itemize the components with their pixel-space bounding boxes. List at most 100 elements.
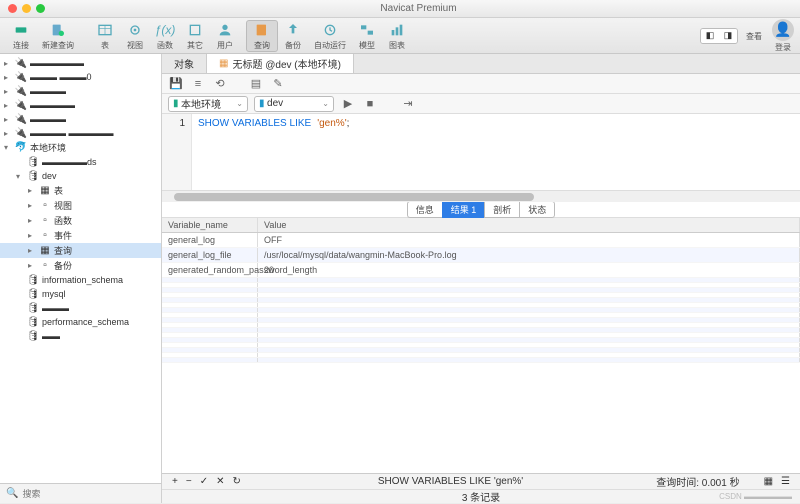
table-row[interactable]: general_logOFF [162, 233, 800, 248]
sidebar-item-3[interactable]: ▸🔌▬▬▬▬▬ [0, 98, 161, 112]
tb-chart[interactable]: 图表 [382, 21, 412, 51]
search-input[interactable] [22, 489, 155, 499]
tb-user[interactable]: 用户 [210, 21, 240, 51]
export-icon[interactable]: ⇥ [400, 96, 416, 112]
sidebar-item-9[interactable]: ▸▦表 [0, 183, 161, 198]
explain-icon[interactable]: ✎ [270, 76, 286, 92]
tb-auto[interactable]: 自动运行 [308, 21, 352, 51]
view-left-icon[interactable]: ◧ [701, 29, 719, 43]
sidebar-item-5[interactable]: ▸🔌▬▬▬▬ ▬▬▬▬▬ [0, 126, 161, 140]
result-tab-3[interactable]: 状态 [519, 201, 555, 218]
sidebar-item-2[interactable]: ▸🔌▬▬▬▬ [0, 84, 161, 98]
grid-view-icon[interactable]: ▦ [760, 476, 777, 487]
cell-value [258, 323, 800, 327]
sidebar-item-11[interactable]: ▸▫函数 [0, 213, 161, 228]
col-variable-name[interactable]: Variable_name [162, 218, 258, 232]
cell-name [162, 318, 258, 322]
tb-other[interactable]: 其它 [180, 21, 210, 51]
sidebar-item-4[interactable]: ▸🔌▬▬▬▬ [0, 112, 161, 126]
stop-icon[interactable]: ■ [362, 96, 378, 112]
close-icon[interactable] [8, 4, 17, 13]
cell-name [162, 283, 258, 287]
content-tabs: 对象 ▦无标题 @dev (本地环境) [162, 54, 800, 74]
sidebar-item-6[interactable]: ▾🐬本地环境 [0, 140, 161, 155]
sidebar-item-label: ▬▬ [42, 331, 60, 341]
editor-scrollbar[interactable] [162, 190, 800, 202]
tb-backup[interactable]: 备份 [278, 21, 308, 51]
table-row[interactable]: general_log_file/usr/local/mysql/data/wa… [162, 248, 800, 263]
table-row[interactable]: generated_random_password_length20 [162, 263, 800, 278]
result-tab-1[interactable]: 结果 1 [442, 201, 485, 218]
sidebar-item-13[interactable]: ▸▦查询 [0, 243, 161, 258]
sidebar-item-1[interactable]: ▸🔌▬▬▬ ▬▬▬0 [0, 70, 161, 84]
tb-function[interactable]: ƒ(x)函数 [150, 21, 180, 51]
tb-connect[interactable]: 连接 [6, 21, 36, 51]
status-bar: + − ✓ ✕ ↻ SHOW VARIABLES LIKE 'gen%' 查询时… [162, 473, 800, 489]
cell-name [162, 288, 258, 292]
result-tab-0[interactable]: 信息 [407, 201, 442, 218]
cell-value [258, 308, 800, 312]
sidebar-item-17[interactable]: 🛢▬▬▬ [0, 301, 161, 315]
sidebar-item-18[interactable]: 🛢performance_schema [0, 315, 161, 329]
sidebar-item-10[interactable]: ▸▫视图 [0, 198, 161, 213]
sidebar-item-label: 备份 [54, 259, 72, 272]
cell-name [162, 293, 258, 297]
result-tab-2[interactable]: 剖析 [484, 201, 519, 218]
db-combo[interactable]: ▮ dev⌄ [254, 96, 334, 112]
format-icon[interactable]: ≡ [190, 76, 206, 92]
cell-value [258, 318, 800, 322]
conn-icon: 🔌 [15, 57, 27, 69]
undo-icon[interactable]: ⟲ [212, 76, 228, 92]
sidebar-item-label: ▬▬▬ ▬▬▬0 [30, 72, 92, 82]
tb-newquery[interactable]: 新建查询 [36, 21, 80, 51]
apply-icon[interactable]: ✓ [196, 476, 212, 487]
snippet-icon[interactable]: ▤ [248, 76, 264, 92]
mysql-icon: 🐬 [15, 142, 27, 154]
refresh-icon[interactable]: ↻ [228, 476, 244, 487]
tb-table[interactable]: 表 [90, 21, 120, 51]
record-count: 3 条记录 [462, 489, 500, 504]
view-toggle[interactable]: ◧◨ [700, 28, 738, 44]
sidebar-item-label: 查询 [54, 244, 72, 257]
table-row[interactable] [162, 358, 800, 363]
tab-query[interactable]: ▦无标题 @dev (本地环境) [207, 54, 354, 73]
tb-query[interactable]: 查询 [246, 20, 278, 52]
chevron-icon: ▸ [28, 246, 36, 255]
zoom-icon[interactable] [36, 4, 45, 13]
avatar-icon[interactable]: 👤 [772, 19, 794, 41]
conn-icon: 🔌 [15, 85, 27, 97]
sidebar-item-14[interactable]: ▸▫备份 [0, 258, 161, 273]
result-grid[interactable]: Variable_name Value general_logOFFgenera… [162, 218, 800, 473]
cell-name [162, 313, 258, 317]
conn-combo[interactable]: ▮ 本地环境⌄ [168, 96, 248, 112]
run-icon[interactable]: ▶ [340, 96, 356, 112]
window-controls [8, 4, 45, 13]
tb-view[interactable]: 视图 [120, 21, 150, 51]
sidebar-item-label: 视图 [54, 199, 72, 212]
tb-model[interactable]: 模型 [352, 21, 382, 51]
editor-toolbar: 💾 ≡ ⟲ ▤ ✎ [162, 74, 800, 94]
minimize-icon[interactable] [22, 4, 31, 13]
bk-icon: ▫ [39, 260, 51, 272]
cell-value [258, 358, 800, 362]
col-value[interactable]: Value [258, 218, 800, 232]
tab-objects[interactable]: 对象 [162, 54, 207, 73]
sidebar-item-12[interactable]: ▸▫事件 [0, 228, 161, 243]
remove-row-icon[interactable]: − [182, 476, 196, 487]
view-right-icon[interactable]: ◨ [719, 29, 737, 43]
cancel-icon[interactable]: ✕ [212, 476, 228, 487]
sql-editor[interactable]: 1 SHOW VARIABLES LIKE 'gen%'; [162, 114, 800, 190]
scrollbar-thumb[interactable] [174, 193, 534, 201]
sidebar-item-19[interactable]: 🛢▬▬ [0, 329, 161, 343]
sidebar-item-0[interactable]: ▸🔌▬▬▬▬▬▬ [0, 56, 161, 70]
sidebar-item-8[interactable]: ▾🛢dev [0, 169, 161, 183]
save-icon[interactable]: 💾 [168, 76, 184, 92]
sidebar-item-16[interactable]: 🛢mysql [0, 287, 161, 301]
sidebar-item-15[interactable]: 🛢information_schema [0, 273, 161, 287]
add-row-icon[interactable]: + [168, 476, 182, 487]
db-icon: 🛢 [27, 170, 39, 182]
cell-name [162, 328, 258, 332]
main-toolbar: 连接 新建查询 表 视图 ƒ(x)函数 其它 用户 查询 备份 自动运行 模型 … [0, 18, 800, 54]
form-view-icon[interactable]: ☰ [777, 476, 794, 487]
sidebar-item-7[interactable]: 🛢▬▬▬▬▬ds [0, 155, 161, 169]
